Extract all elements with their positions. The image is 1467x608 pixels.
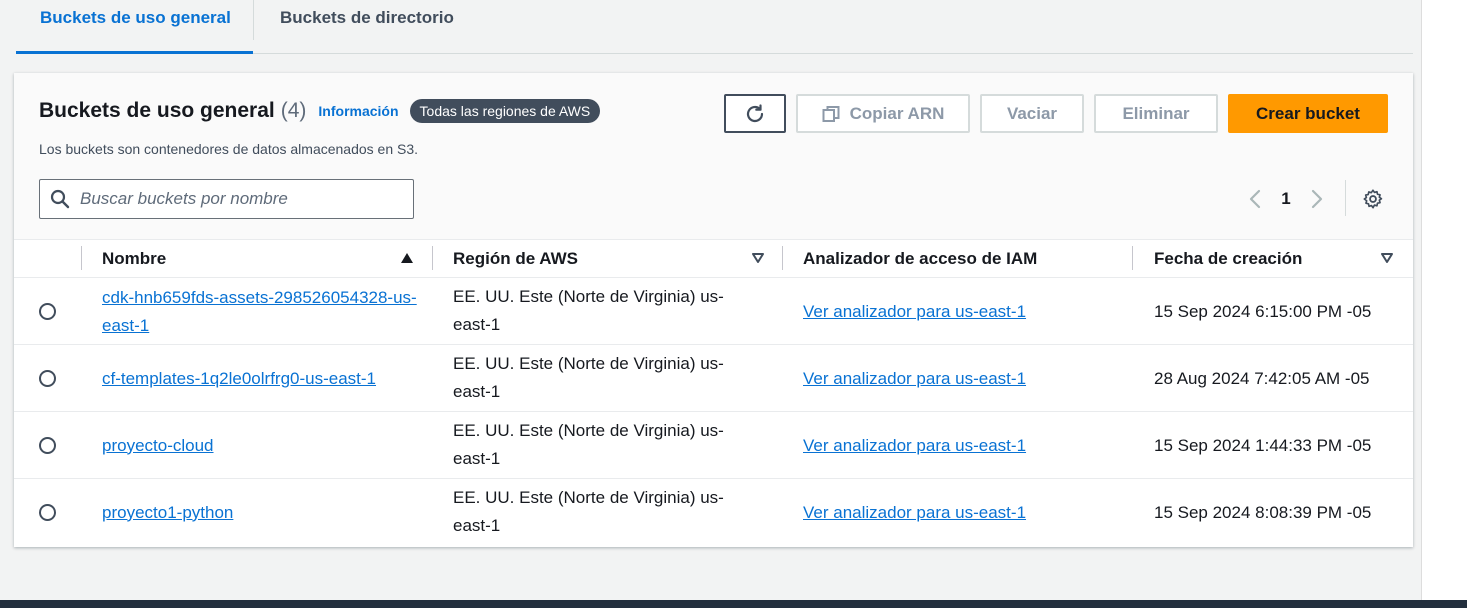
- page-description: Los buckets son contenedores de datos al…: [39, 141, 419, 157]
- iam-analyzer-link[interactable]: Ver analizador para us-east-1: [803, 369, 1026, 389]
- bucket-name-link[interactable]: cf-templates-1q2le0olrfrg0-us-east-1: [102, 365, 376, 393]
- info-link[interactable]: Información: [318, 103, 398, 119]
- pagination-divider: [1345, 180, 1346, 216]
- next-page-button[interactable]: [1302, 188, 1332, 210]
- bucket-name-link[interactable]: cdk-hnb659fds-assets-298526054328-us-eas…: [102, 284, 422, 340]
- iam-analyzer-cell: Ver analizador para us-east-1: [803, 278, 1026, 345]
- copy-arn-button[interactable]: Copiar ARN: [796, 94, 970, 133]
- iam-analyzer-cell: Ver analizador para us-east-1: [803, 345, 1026, 412]
- copy-arn-label: Copiar ARN: [849, 103, 945, 123]
- creation-date-cell: 28 Aug 2024 7:42:05 AM -05: [1154, 368, 1370, 388]
- region-badge: Todas las regiones de AWS: [409, 99, 601, 123]
- footer-bar: [0, 600, 1467, 608]
- current-page-number[interactable]: 1: [1270, 189, 1302, 209]
- bucket-type-tabs: Buckets de uso general Buckets de direct…: [16, 0, 1413, 54]
- iam-analyzer-link[interactable]: Ver analizador para us-east-1: [803, 503, 1026, 523]
- empty-button[interactable]: Vaciar: [980, 94, 1084, 133]
- copy-icon: [822, 105, 840, 122]
- bucket-name-cell: proyecto-cloud: [102, 412, 422, 479]
- column-divider: [1132, 246, 1133, 270]
- table-column-headers: Nombre Región de AWS Analizador de acces…: [14, 240, 1413, 278]
- column-header-region[interactable]: Región de AWS: [453, 240, 578, 277]
- create-bucket-button[interactable]: Crear bucket: [1228, 94, 1388, 133]
- row-select-radio[interactable]: [39, 370, 56, 387]
- search-field[interactable]: [39, 179, 414, 219]
- row-select-radio[interactable]: [39, 303, 56, 320]
- title-row: Buckets de uso general (4) Información T…: [39, 99, 601, 123]
- creation-date-cell: 15 Sep 2024 1:44:33 PM -05: [1154, 435, 1372, 455]
- bucket-name-cell: proyecto1-python: [102, 479, 422, 546]
- creation-date-cell: 15 Sep 2024 8:08:39 PM -05: [1154, 502, 1372, 522]
- creation-date-cell: 15 Sep 2024 6:15:00 PM -05: [1154, 301, 1372, 321]
- delete-button[interactable]: Eliminar: [1094, 94, 1218, 133]
- search-icon: [40, 189, 80, 209]
- previous-page-button[interactable]: [1240, 188, 1270, 210]
- row-select-radio[interactable]: [39, 504, 56, 521]
- region-cell: EE. UU. Este (Norte de Virginia) us-east…: [453, 421, 724, 468]
- column-header-creation-date[interactable]: Fecha de creación: [1154, 240, 1302, 277]
- region-cell: EE. UU. Este (Norte de Virginia) us-east…: [453, 488, 724, 535]
- row-select-radio[interactable]: [39, 437, 56, 454]
- bucket-name-link[interactable]: proyecto1-python: [102, 499, 233, 527]
- tab-directory-buckets[interactable]: Buckets de directorio: [253, 0, 513, 53]
- iam-analyzer-link[interactable]: Ver analizador para us-east-1: [803, 436, 1026, 456]
- table-preferences-button[interactable]: [1359, 185, 1387, 213]
- bucket-name-cell: cdk-hnb659fds-assets-298526054328-us-eas…: [102, 278, 422, 345]
- bucket-name-link[interactable]: proyecto-cloud: [102, 432, 214, 460]
- table-header-panel: Buckets de uso general (4) Información T…: [14, 73, 1413, 240]
- buckets-table-container: Buckets de uso general (4) Información T…: [14, 73, 1413, 547]
- gear-icon: [1363, 189, 1383, 209]
- region-cell: EE. UU. Este (Norte de Virginia) us-east…: [453, 354, 724, 401]
- chevron-left-icon: [1249, 189, 1261, 209]
- refresh-icon: [746, 103, 764, 122]
- search-input[interactable]: [80, 189, 400, 209]
- table-row: cf-templates-1q2le0olrfrg0-us-east-1 EE.…: [14, 345, 1413, 412]
- bucket-name-cell: cf-templates-1q2le0olrfrg0-us-east-1: [102, 345, 422, 412]
- iam-analyzer-cell: Ver analizador para us-east-1: [803, 479, 1026, 546]
- column-divider: [81, 246, 82, 270]
- refresh-button[interactable]: [724, 94, 786, 133]
- page-title: Buckets de uso general: [39, 99, 275, 122]
- column-divider: [782, 246, 783, 270]
- iam-analyzer-link[interactable]: Ver analizador para us-east-1: [803, 302, 1026, 322]
- sort-caret-down-icon[interactable]: [751, 252, 765, 264]
- sort-caret-down-icon[interactable]: [1380, 252, 1394, 264]
- sort-ascending-icon[interactable]: [400, 252, 414, 264]
- bucket-count: (4): [280, 99, 307, 122]
- column-divider: [432, 246, 433, 270]
- table-row: proyecto-cloud EE. UU. Este (Norte de Vi…: [14, 412, 1413, 479]
- table-row: proyecto1-python EE. UU. Este (Norte de …: [14, 479, 1413, 546]
- column-header-name[interactable]: Nombre: [102, 240, 166, 277]
- region-cell: EE. UU. Este (Norte de Virginia) us-east…: [453, 287, 724, 334]
- chevron-right-icon: [1311, 189, 1323, 209]
- iam-analyzer-cell: Ver analizador para us-east-1: [803, 412, 1026, 479]
- tab-general-purpose-buckets[interactable]: Buckets de uso general: [16, 0, 253, 54]
- column-header-iam-analyzer: Analizador de acceso de IAM: [803, 248, 1038, 268]
- table-row: cdk-hnb659fds-assets-298526054328-us-eas…: [14, 278, 1413, 345]
- page-scrollbar[interactable]: [1421, 0, 1467, 600]
- pagination: 1: [1240, 181, 1332, 217]
